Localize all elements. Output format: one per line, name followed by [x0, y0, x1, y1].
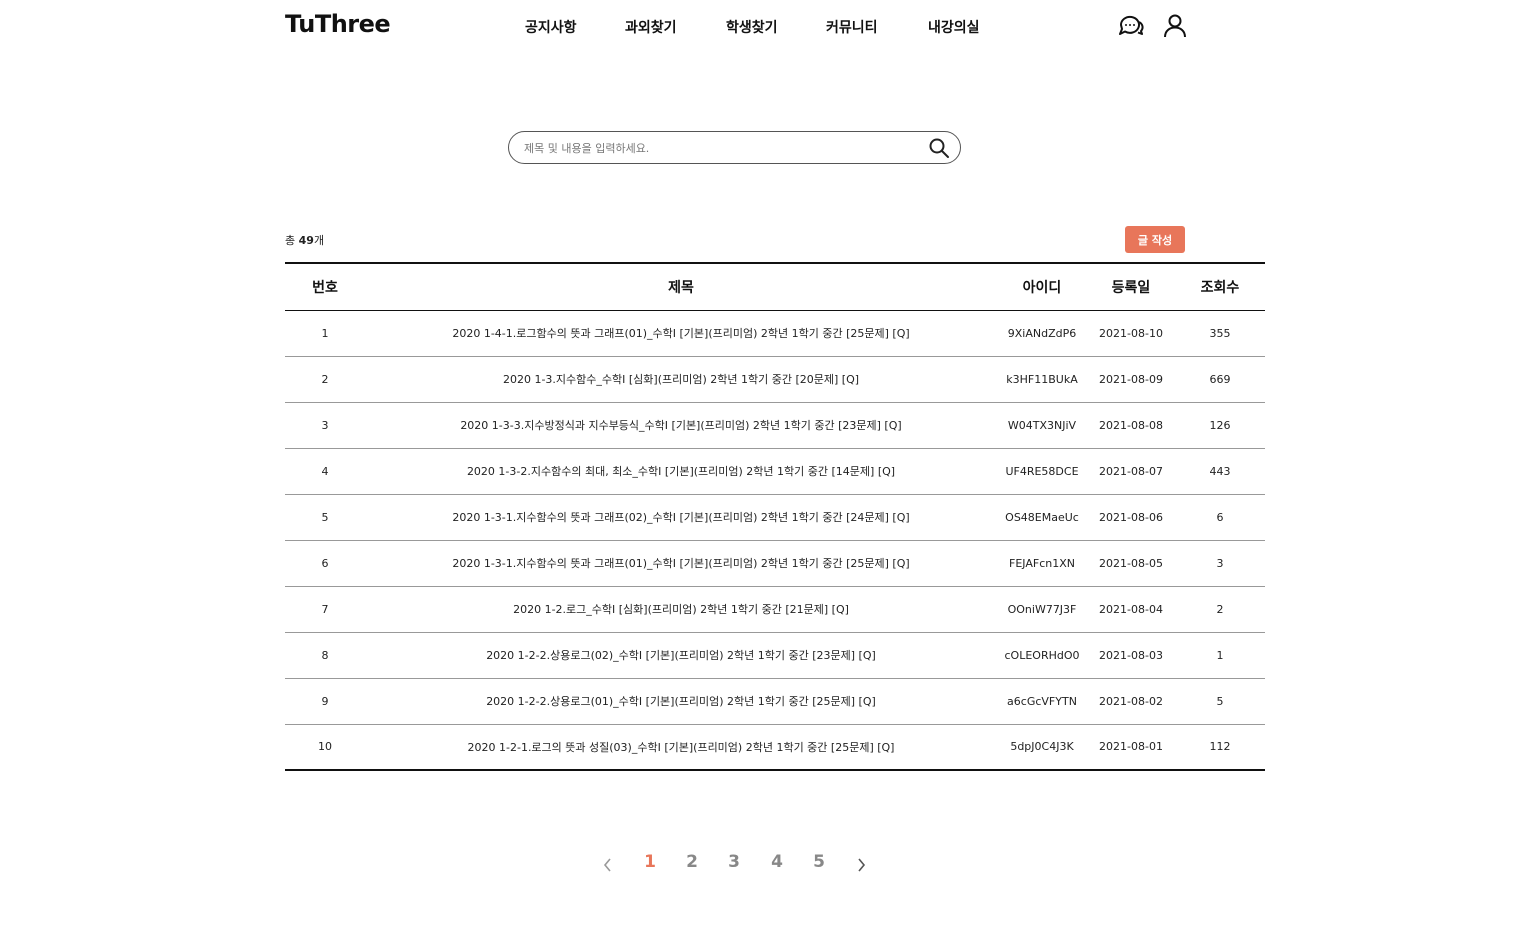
cell-title[interactable]: 2020 1-3.지수함수_수학I [심화](프리미엄) 2학년 1학기 중간 … [365, 356, 997, 402]
table-row[interactable]: 3 2020 1-3-3.지수방정식과 지수부등식_수학I [기본](프리미엄) … [285, 402, 1265, 448]
col-header-title: 제목 [668, 279, 694, 296]
cell-date: 2021-08-01 [1099, 740, 1163, 754]
nav-item-find-student[interactable]: 학생찾기 [726, 17, 778, 37]
table-row[interactable]: 10 2020 1-2-1.로그의 뜻과 성질(03)_수학I [기본](프리미엄… [285, 724, 1265, 770]
cell-title[interactable]: 2020 1-2-2.상용로그(01)_수학I [기본](프리미엄) 2학년 1… [365, 678, 997, 724]
cell-title[interactable]: 2020 1-3-2.지수함수의 최대, 최소_수학I [기본](프리미엄) 2… [365, 448, 997, 494]
page-1[interactable]: 1 [640, 852, 660, 872]
post-table: 번호 제목 아이디 등록일 조회수 1 2020 1-4-1.로그함수의 뜻과 그… [285, 262, 1265, 771]
cell-date: 2021-08-03 [1099, 648, 1163, 662]
cell-number: 7 [321, 602, 329, 616]
cell-user-id: k3HF11BUkA [1006, 372, 1078, 386]
pagination: 1 2 3 4 5 [0, 852, 1523, 882]
table-header-row: 번호 제목 아이디 등록일 조회수 [285, 263, 1265, 310]
table-row[interactable]: 8 2020 1-2-2.상용로그(02)_수학I [기본](프리미엄) 2학년 … [285, 632, 1265, 678]
cell-date: 2021-08-10 [1099, 326, 1163, 340]
user-icon[interactable] [1161, 12, 1189, 40]
cell-number: 6 [321, 556, 329, 570]
search-input[interactable] [524, 138, 914, 158]
chat-icon[interactable] [1117, 12, 1145, 40]
write-post-button[interactable]: 글 작성 [1125, 226, 1185, 253]
chevron-right-icon[interactable] [853, 855, 869, 875]
cell-title[interactable]: 2020 1-2.로그_수학I [심화](프리미엄) 2학년 1학기 중간 [2… [365, 586, 997, 632]
cell-views: 3 [1216, 556, 1224, 570]
cell-title[interactable]: 2020 1-2-2.상용로그(02)_수학I [기본](프리미엄) 2학년 1… [365, 632, 997, 678]
post-count: 총 49개 [285, 232, 324, 248]
cell-number: 1 [321, 326, 329, 340]
search-box [508, 131, 961, 164]
cell-number: 9 [321, 694, 329, 708]
table-row[interactable]: 1 2020 1-4-1.로그함수의 뜻과 그래프(01)_수학I [기본](프리… [285, 310, 1265, 356]
cell-views: 5 [1216, 694, 1224, 708]
cell-user-id: a6cGcVFYTN [1007, 694, 1077, 708]
cell-user-id: OS48EMaeUc [1005, 510, 1079, 524]
table-row[interactable]: 6 2020 1-3-1.지수함수의 뜻과 그래프(01)_수학I [기본](프리… [285, 540, 1265, 586]
chevron-left-icon[interactable] [600, 855, 616, 875]
col-header-date: 등록일 [1111, 279, 1151, 296]
post-count-prefix: 총 [285, 234, 299, 247]
cell-date: 2021-08-02 [1099, 694, 1163, 708]
main-nav: 공지사항 과외찾기 학생찾기 커뮤니티 내강의실 [0, 17, 1523, 37]
search-icon[interactable] [928, 137, 950, 159]
nav-item-find-tutor[interactable]: 과외찾기 [625, 17, 677, 37]
cell-number: 3 [321, 418, 329, 432]
page-2[interactable]: 2 [682, 852, 702, 872]
cell-date: 2021-08-08 [1099, 418, 1163, 432]
col-header-number: 번호 [312, 279, 338, 296]
cell-date: 2021-08-07 [1099, 464, 1163, 478]
post-count-number: 49 [298, 234, 314, 247]
cell-number: 5 [321, 510, 329, 524]
cell-user-id: W04TX3NJiV [1007, 418, 1077, 432]
page-4[interactable]: 4 [767, 852, 787, 872]
cell-number: 2 [321, 372, 329, 386]
cell-views: 2 [1216, 602, 1224, 616]
nav-item-my-classroom[interactable]: 내강의실 [928, 17, 980, 37]
cell-title[interactable]: 2020 1-2-1.로그의 뜻과 성질(03)_수학I [기본](프리미엄) … [365, 724, 997, 770]
cell-date: 2021-08-04 [1099, 602, 1163, 616]
cell-date: 2021-08-05 [1099, 556, 1163, 570]
cell-views: 443 [1209, 464, 1231, 478]
table-row[interactable]: 2 2020 1-3.지수함수_수학I [심화](프리미엄) 2학년 1학기 중간… [285, 356, 1265, 402]
cell-title[interactable]: 2020 1-3-1.지수함수의 뜻과 그래프(02)_수학I [기본](프리미… [365, 494, 997, 540]
cell-user-id: 9XiANdZdP6 [1007, 326, 1077, 340]
page-5[interactable]: 5 [809, 852, 829, 872]
nav-item-notice[interactable]: 공지사항 [525, 17, 577, 37]
cell-date: 2021-08-06 [1099, 510, 1163, 524]
cell-title[interactable]: 2020 1-3-1.지수함수의 뜻과 그래프(01)_수학I [기본](프리미… [365, 540, 997, 586]
cell-title[interactable]: 2020 1-4-1.로그함수의 뜻과 그래프(01)_수학I [기본](프리미… [365, 310, 997, 356]
nav-item-community[interactable]: 커뮤니티 [826, 17, 878, 37]
post-count-suffix: 개 [313, 234, 325, 247]
cell-views: 112 [1209, 740, 1231, 754]
cell-views: 126 [1209, 418, 1231, 432]
table-row[interactable]: 5 2020 1-3-1.지수함수의 뜻과 그래프(02)_수학I [기본](프리… [285, 494, 1265, 540]
cell-user-id: UF4RE58DCE [1005, 464, 1079, 478]
table-row[interactable]: 7 2020 1-2.로그_수학I [심화](프리미엄) 2학년 1학기 중간 [… [285, 586, 1265, 632]
table-row[interactable]: 9 2020 1-2-2.상용로그(01)_수학I [기본](프리미엄) 2학년 … [285, 678, 1265, 724]
cell-title[interactable]: 2020 1-3-3.지수방정식과 지수부등식_수학I [기본](프리미엄) 2… [365, 402, 997, 448]
cell-user-id: OOniW77J3F [1007, 602, 1077, 616]
cell-number: 4 [321, 464, 329, 478]
cell-date: 2021-08-09 [1099, 372, 1163, 386]
cell-user-id: 5dpJ0C4J3K [1010, 740, 1074, 754]
cell-views: 6 [1216, 510, 1224, 524]
table-row[interactable]: 4 2020 1-3-2.지수함수의 최대, 최소_수학I [기본](프리미엄) … [285, 448, 1265, 494]
cell-user-id: cOLEORHdO0 [1004, 648, 1080, 662]
page-3[interactable]: 3 [724, 852, 744, 872]
col-header-id: 아이디 [1022, 279, 1062, 296]
cell-views: 355 [1209, 326, 1231, 340]
cell-number: 10 [318, 740, 332, 754]
cell-views: 669 [1209, 372, 1231, 386]
cell-number: 8 [321, 648, 329, 662]
cell-user-id: FEJAFcn1XN [1009, 556, 1075, 570]
cell-views: 1 [1216, 648, 1224, 662]
col-header-views: 조회수 [1200, 279, 1240, 296]
